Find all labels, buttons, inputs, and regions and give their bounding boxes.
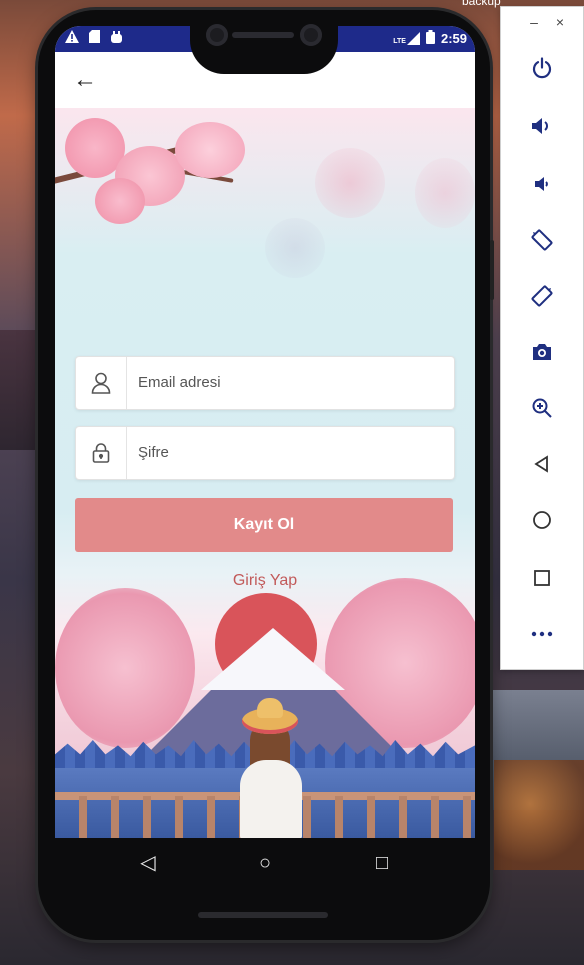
status-time: 2:59: [440, 31, 467, 46]
volume-up-icon: [532, 118, 548, 134]
girl-hat-crown: [257, 698, 283, 718]
nav-back-button[interactable]: ◁: [133, 848, 163, 878]
close-button[interactable]: ×: [551, 13, 569, 31]
phone-screen: LTE 2:59 ← Email adresi Kayıt Ol Giriş Y…: [55, 26, 475, 838]
blossom: [175, 122, 245, 178]
overview-button[interactable]: [521, 557, 563, 599]
earpiece-speaker: [232, 32, 294, 38]
rotate-right-icon: [531, 285, 553, 307]
desktop-background-tree: [494, 760, 584, 870]
email-field: [75, 356, 455, 410]
phone-chin-bar: [198, 912, 328, 918]
signal-lte-icon: LTE: [393, 32, 420, 45]
zoom-in-icon: [532, 398, 552, 418]
user-icon: [76, 357, 127, 409]
blossom: [95, 178, 145, 224]
email-input[interactable]: [138, 357, 438, 409]
home-circle-icon: [533, 511, 551, 529]
volume-up-button[interactable]: [521, 105, 563, 147]
rotate-left-icon: [531, 229, 553, 251]
power-icon: [532, 57, 552, 79]
rotate-left-button[interactable]: [521, 219, 563, 261]
front-camera-icon: [206, 24, 228, 46]
rotate-right-button[interactable]: [521, 275, 563, 317]
minimize-button[interactable]: –: [525, 13, 543, 31]
password-field: [75, 426, 455, 480]
phone-side-button: [490, 240, 494, 300]
more-dots-icon: [531, 631, 553, 637]
phone-notch: [190, 10, 338, 74]
back-triangle-icon: [534, 455, 548, 473]
camera-icon: [533, 344, 551, 360]
login-link[interactable]: Giriş Yap: [55, 572, 475, 590]
back-button[interactable]: [521, 443, 563, 485]
home-button[interactable]: [521, 499, 563, 541]
emulator-toolbar: – ×: [500, 6, 584, 670]
lte-label: LTE: [393, 38, 406, 45]
faded-flower: [415, 158, 475, 228]
zoom-button[interactable]: [521, 387, 563, 429]
girl-body: [240, 760, 302, 838]
volume-down-button[interactable]: [521, 163, 563, 205]
front-camera-icon: [300, 24, 322, 46]
faded-flower: [315, 148, 385, 218]
volume-down-icon: [535, 177, 548, 191]
overview-square-icon: [534, 570, 550, 586]
mountain-snowcap: [201, 628, 345, 690]
warning-icon: [65, 30, 79, 46]
back-arrow-button[interactable]: ←: [69, 64, 101, 96]
nav-recents-button[interactable]: □: [367, 848, 397, 878]
screenshot-button[interactable]: [521, 331, 563, 373]
navigation-bar: ◁ ○ □: [55, 838, 475, 888]
register-button[interactable]: Kayıt Ol: [75, 498, 453, 552]
faded-flower: [265, 218, 325, 278]
desktop-backup-label: backup: [462, 0, 501, 8]
sd-card-icon: [89, 30, 100, 46]
android-debug-icon: [110, 30, 123, 46]
password-input[interactable]: [138, 427, 438, 479]
battery-icon: [425, 30, 435, 47]
lock-icon: [76, 427, 127, 479]
power-button[interactable]: [521, 47, 563, 89]
more-button[interactable]: [521, 613, 563, 655]
nav-home-button[interactable]: ○: [250, 848, 280, 878]
